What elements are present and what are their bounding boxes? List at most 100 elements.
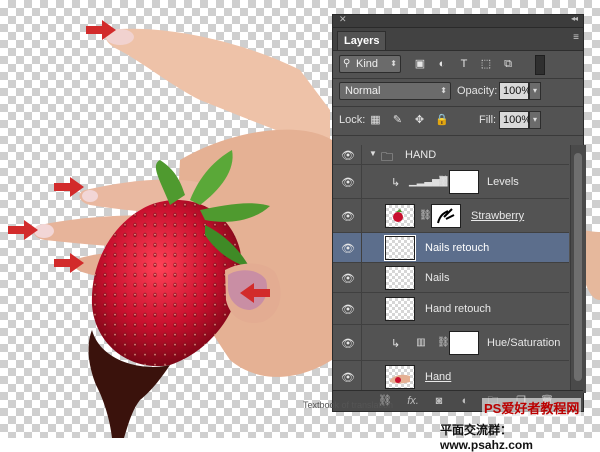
layer-thumbnail[interactable] xyxy=(385,204,415,228)
layer-name: Hand retouch xyxy=(425,303,492,315)
close-icon[interactable]: ✕ xyxy=(339,14,347,25)
clipping-arrow-icon: ↳ xyxy=(391,177,401,189)
filter-toggle-switch[interactable] xyxy=(535,55,545,75)
layer-thumbnail[interactable] xyxy=(385,365,415,389)
opacity-field[interactable]: 100% xyxy=(499,82,531,100)
divider xyxy=(361,145,362,164)
site-watermark: 平面交流群：www.psahz.com xyxy=(440,423,533,452)
expand-triangle-icon[interactable]: ▼ xyxy=(369,149,377,158)
tab-layers[interactable]: Layers xyxy=(337,31,387,50)
fill-label: Fill: xyxy=(479,114,497,126)
layer-group-hand[interactable]: 👁 ▼ 🗀 HAND xyxy=(333,145,569,165)
link-icon: ⛓ xyxy=(419,210,432,221)
layer-thumbnail[interactable] xyxy=(385,297,415,321)
opacity-label: Opacity: xyxy=(457,85,498,97)
layer-levels[interactable]: 👁 ↳ ▁▂▃▅▇ ⛓ Levels xyxy=(333,165,569,199)
link-icon: ⛓ xyxy=(437,176,450,187)
eye-icon[interactable]: 👁 xyxy=(339,272,357,285)
pixel-filter-icon[interactable]: ▣ xyxy=(413,57,427,71)
lock-position-icon[interactable]: ✥ xyxy=(413,114,426,127)
layer-mask-thumbnail[interactable] xyxy=(449,331,479,355)
eye-icon[interactable]: 👁 xyxy=(339,303,357,316)
hand-thumbnail-icon xyxy=(390,374,410,384)
layer-name: Nails retouch xyxy=(425,242,490,254)
chevron-down-icon: ⬍ xyxy=(440,86,447,95)
lock-paint-icon[interactable]: ✎ xyxy=(391,114,404,127)
eye-icon[interactable]: 👁 xyxy=(339,242,357,255)
strawberry-thumbnail-icon xyxy=(393,209,403,222)
divider xyxy=(333,78,583,79)
layer-nails-retouch[interactable]: 👁 Nails retouch xyxy=(333,233,569,263)
divider xyxy=(361,325,362,360)
filter-row: ⚲ Kind ⬍ ▣ ◐ T ⬚ ⧉ xyxy=(333,51,583,77)
panel-titlebar[interactable]: ✕ ◂◂ xyxy=(333,14,583,28)
layer-thumbnail[interactable] xyxy=(385,266,415,290)
layer-hue-saturation[interactable]: 👁 ↳ ▥ ⛓ Hue/Saturation xyxy=(333,325,569,361)
shape-filter-icon[interactable]: ⬚ xyxy=(479,57,493,71)
divider xyxy=(361,233,362,262)
collapse-icon[interactable]: ◂◂ xyxy=(571,14,578,23)
caption-watermark: Textbook of translation xyxy=(303,400,394,410)
lock-label: Lock: xyxy=(339,114,366,126)
fill-dropdown[interactable]: ▾ xyxy=(529,111,541,129)
chevron-down-icon: ⬍ xyxy=(390,59,397,68)
smart-object-filter-icon[interactable]: ⧉ xyxy=(501,57,515,71)
new-adjustment-icon[interactable]: ◐ xyxy=(457,393,473,409)
adjustment-filter-icon[interactable]: ◐ xyxy=(435,57,449,71)
layer-strawberry[interactable]: 👁 ⛓ Strawberry xyxy=(333,199,569,233)
divider xyxy=(361,293,362,324)
eye-icon[interactable]: 👁 xyxy=(339,176,357,189)
red-arrow-icon xyxy=(54,177,84,197)
fx-button[interactable]: fx. xyxy=(403,393,423,409)
divider xyxy=(333,106,583,107)
add-mask-icon[interactable]: ◙ xyxy=(431,393,447,409)
layer-hand-retouch[interactable]: 👁 Hand retouch xyxy=(333,293,569,325)
layer-name: Levels xyxy=(487,176,519,188)
opacity-dropdown[interactable]: ▾ xyxy=(529,82,541,100)
layers-scrollbar[interactable] xyxy=(570,145,586,393)
scrollbar-thumb[interactable] xyxy=(574,153,582,381)
layers-panel: ✕ ◂◂ Layers ≡ ⚲ Kind ⬍ ▣ ◐ T ⬚ ⧉ Normal … xyxy=(332,14,586,412)
type-filter-icon[interactable]: T xyxy=(457,57,471,71)
layer-name: HAND xyxy=(405,149,437,161)
layer-name: Strawberry xyxy=(471,210,525,222)
blend-mode-select[interactable]: Normal ⬍ xyxy=(339,82,451,100)
search-icon: ⚲ xyxy=(343,58,351,69)
layer-mask-thumbnail[interactable] xyxy=(449,170,479,194)
layer-name: Hue/Saturation xyxy=(487,337,561,349)
eye-icon[interactable]: 👁 xyxy=(339,210,357,223)
layer-name: Nails xyxy=(425,272,450,284)
brand-watermark: PS爱好者教程网 xyxy=(482,398,582,417)
panel-menu-icon[interactable]: ≡ xyxy=(573,32,579,43)
red-arrow-icon xyxy=(86,20,116,40)
layer-hand[interactable]: 👁 Hand xyxy=(333,361,569,393)
layer-mask-thumbnail[interactable] xyxy=(431,204,461,228)
lock-transparent-icon[interactable]: ▦ xyxy=(369,114,382,127)
red-arrow-icon xyxy=(54,253,84,273)
mask-shape-icon xyxy=(437,208,455,224)
fill-field[interactable]: 100% xyxy=(499,111,531,129)
lock-all-icon[interactable]: 🔒 xyxy=(435,114,449,127)
eye-icon[interactable]: 👁 xyxy=(339,337,357,350)
hue-saturation-adjustment-icon: ▥ xyxy=(416,337,426,348)
layer-list: 👁 ▼ 🗀 HAND 👁 ↳ ▁▂▃▅▇ ⛓ Levels 👁 ⛓ Strawb… xyxy=(333,145,569,393)
layer-nails[interactable]: 👁 Nails xyxy=(333,263,569,293)
eye-icon[interactable]: 👁 xyxy=(339,149,357,162)
link-icon: ⛓ xyxy=(437,337,450,348)
divider xyxy=(333,135,583,136)
divider xyxy=(361,199,362,232)
divider xyxy=(361,263,362,292)
red-arrow-icon xyxy=(8,220,38,240)
red-arrow-icon xyxy=(240,283,270,303)
eye-icon[interactable]: 👁 xyxy=(339,371,357,384)
divider xyxy=(361,165,362,198)
divider xyxy=(361,361,362,392)
kind-filter-select[interactable]: ⚲ Kind ⬍ xyxy=(339,55,401,73)
layer-name: Hand xyxy=(425,371,452,383)
panel-tabbar: Layers ≡ xyxy=(333,28,583,51)
clipping-arrow-icon: ↳ xyxy=(391,338,401,350)
layer-thumbnail[interactable] xyxy=(384,235,416,261)
levels-adjustment-icon: ▁▂▃▅▇ xyxy=(409,176,448,187)
lock-row: Lock: ▦ ✎ ✥ 🔒 Fill: 100% ▾ xyxy=(333,108,583,134)
blend-row: Normal ⬍ Opacity: 100% ▾ xyxy=(333,80,583,106)
